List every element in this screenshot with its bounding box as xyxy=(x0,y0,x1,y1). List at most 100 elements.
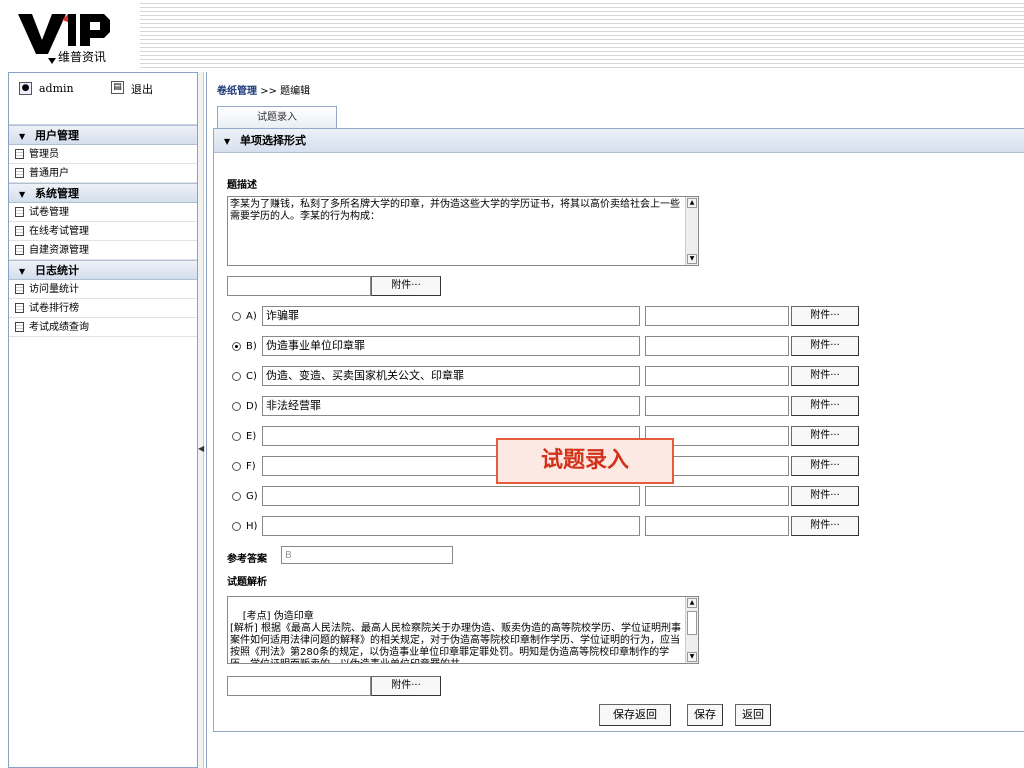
option-attach-button-5[interactable]: 附件··· xyxy=(791,456,859,476)
user-icon: ● xyxy=(19,82,32,95)
option-letter-5: F) xyxy=(246,461,256,472)
description-textarea[interactable]: 李某为了赚钱，私刻了多所名牌大学的印章，并伪造这些大学的学历证书，将其以高价卖给… xyxy=(227,196,699,266)
option-attach-button-1[interactable]: 附件··· xyxy=(791,336,859,356)
option-radio-2[interactable] xyxy=(232,372,241,381)
sidebar-item-resources[interactable]: 自建资源管理 xyxy=(9,241,197,260)
document-icon xyxy=(15,168,24,178)
sidebar-item-score-query[interactable]: 考试成绩查询 xyxy=(9,318,197,337)
option-radio-6[interactable] xyxy=(232,492,241,501)
description-label: 题描述 xyxy=(227,180,257,191)
option-text-input-7[interactable] xyxy=(262,516,640,536)
option-radio-0[interactable] xyxy=(232,312,241,321)
document-icon xyxy=(15,226,24,236)
analysis-label: 试题解析 xyxy=(227,577,267,588)
document-icon xyxy=(15,322,24,332)
chevron-down-icon: ▼ xyxy=(19,132,26,141)
document-icon xyxy=(15,149,24,159)
option-text-input-6[interactable] xyxy=(262,486,640,506)
option-attachment-input-7[interactable] xyxy=(645,516,789,536)
scroll-up-icon[interactable]: ▲ xyxy=(687,198,697,208)
scroll-up-icon[interactable]: ▲ xyxy=(687,598,697,608)
option-letter-4: E) xyxy=(246,431,257,442)
option-attachment-input-6[interactable] xyxy=(645,486,789,506)
description-attachment-input[interactable] xyxy=(227,276,371,296)
option-letter-2: C) xyxy=(246,371,257,382)
analysis-text: [考点] 伪造印章 [解析] 根据《最高人民法院、最高人民检察院关于办理伪造、贩… xyxy=(230,611,681,663)
option-attach-button-6[interactable]: 附件··· xyxy=(791,486,859,506)
document-icon xyxy=(15,207,24,217)
sidebar-splitter[interactable]: ◀ xyxy=(198,72,204,768)
document-icon xyxy=(15,284,24,294)
sidebar-item-online-exams[interactable]: 在线考试管理 xyxy=(9,222,197,241)
group-header-system-management[interactable]: ▼ 系统管理 xyxy=(9,183,197,203)
scroll-down-icon[interactable]: ▼ xyxy=(687,652,697,662)
option-letter-6: G) xyxy=(246,491,258,502)
chevron-down-icon: ▼ xyxy=(19,267,26,276)
logo-text: 维普资讯 xyxy=(58,50,107,64)
breadcrumb-separator: >> xyxy=(260,86,277,97)
collapse-arrow-icon[interactable]: ◀ xyxy=(198,444,204,453)
scroll-down-icon[interactable]: ▼ xyxy=(687,254,697,264)
option-letter-7: H) xyxy=(246,521,258,532)
logout-link[interactable]: 退出 xyxy=(131,81,153,97)
breadcrumb: 卷纸管理 >> 题编辑 xyxy=(217,82,310,97)
option-radio-3[interactable] xyxy=(232,402,241,411)
option-text-input-1[interactable]: 伪造事业单位印章罪 xyxy=(262,336,640,356)
scrollbar[interactable]: ▲ ▼ xyxy=(685,197,698,265)
sidebar-item-admins[interactable]: 管理员 xyxy=(9,145,197,164)
document-icon xyxy=(15,303,24,313)
breadcrumb-page: 题编辑 xyxy=(280,86,311,97)
chevron-down-icon: ▼ xyxy=(19,190,26,199)
header: 维普资讯 xyxy=(0,0,1024,68)
analysis-attachment-input[interactable] xyxy=(227,676,371,696)
option-letter-0: A) xyxy=(246,311,257,322)
scroll-thumb[interactable] xyxy=(687,611,697,635)
sidebar-item-paper-ranking[interactable]: 试卷排行榜 xyxy=(9,299,197,318)
option-attachment-input-0[interactable] xyxy=(645,306,789,326)
logout-icon[interactable]: ▤ xyxy=(111,81,124,94)
option-radio-1[interactable] xyxy=(232,342,241,351)
document-icon xyxy=(15,245,24,255)
option-attach-button-7[interactable]: 附件··· xyxy=(791,516,859,536)
save-return-button[interactable]: 保存返回 xyxy=(599,704,671,726)
answer-input[interactable]: B xyxy=(281,546,453,564)
scrollbar[interactable]: ▲ ▼ xyxy=(685,597,698,663)
back-button[interactable]: 返回 xyxy=(735,704,771,726)
sidebar-item-users[interactable]: 普通用户 xyxy=(9,164,197,183)
user-name: admin xyxy=(39,82,74,95)
sidebar-item-papers[interactable]: 试卷管理 xyxy=(9,203,197,222)
option-radio-5[interactable] xyxy=(232,462,241,471)
option-attach-button-2[interactable]: 附件··· xyxy=(791,366,859,386)
callout-label: 试题录入 xyxy=(496,438,674,484)
tab-question-entry[interactable]: 试题录入 xyxy=(217,106,337,128)
option-letter-3: D) xyxy=(246,401,258,412)
description-text: 李某为了赚钱，私刻了多所名牌大学的印章，并伪造这些大学的学历证书，将其以高价卖给… xyxy=(230,199,680,222)
option-attachment-input-3[interactable] xyxy=(645,396,789,416)
option-attachment-input-2[interactable] xyxy=(645,366,789,386)
panel-header[interactable]: ▼ 单项选择形式 xyxy=(214,129,1024,153)
option-radio-7[interactable] xyxy=(232,522,241,531)
chevron-down-icon: ▼ xyxy=(224,137,231,146)
option-text-input-2[interactable]: 伪造、变造、买卖国家机关公文、印章罪 xyxy=(262,366,640,386)
main-content: 卷纸管理 >> 题编辑 试题录入 ▼ 单项选择形式 题描述 李某为了赚钱，私刻了多… xyxy=(206,72,1024,768)
option-attach-button-0[interactable]: 附件··· xyxy=(791,306,859,326)
option-letter-1: B) xyxy=(246,341,257,352)
option-text-input-3[interactable]: 非法经营罪 xyxy=(262,396,640,416)
header-stripes xyxy=(140,0,1024,68)
option-radio-4[interactable] xyxy=(232,432,241,441)
option-attachment-input-1[interactable] xyxy=(645,336,789,356)
analysis-attach-button[interactable]: 附件··· xyxy=(371,676,441,696)
sidebar: ● admin ▤ 退出 ▼ 用户管理 管理员 普通用户 ▼ 系统管理 试卷管理 在… xyxy=(8,72,198,768)
sidebar-item-visit-stats[interactable]: 访问量统计 xyxy=(9,280,197,299)
option-attach-button-4[interactable]: 附件··· xyxy=(791,426,859,446)
group-header-log-stats[interactable]: ▼ 日志统计 xyxy=(9,260,197,280)
breadcrumb-section[interactable]: 卷纸管理 xyxy=(217,86,257,97)
description-attach-button[interactable]: 附件··· xyxy=(371,276,441,296)
answer-label: 参考答案 xyxy=(227,554,267,565)
group-header-user-management[interactable]: ▼ 用户管理 xyxy=(9,125,197,145)
save-button[interactable]: 保存 xyxy=(687,704,723,726)
analysis-textarea[interactable]: [考点] 伪造印章 [解析] 根据《最高人民法院、最高人民检察院关于办理伪造、贩… xyxy=(227,596,699,664)
option-attach-button-3[interactable]: 附件··· xyxy=(791,396,859,416)
user-bar: ● admin ▤ 退出 xyxy=(9,73,197,125)
option-text-input-0[interactable]: 诈骗罪 xyxy=(262,306,640,326)
